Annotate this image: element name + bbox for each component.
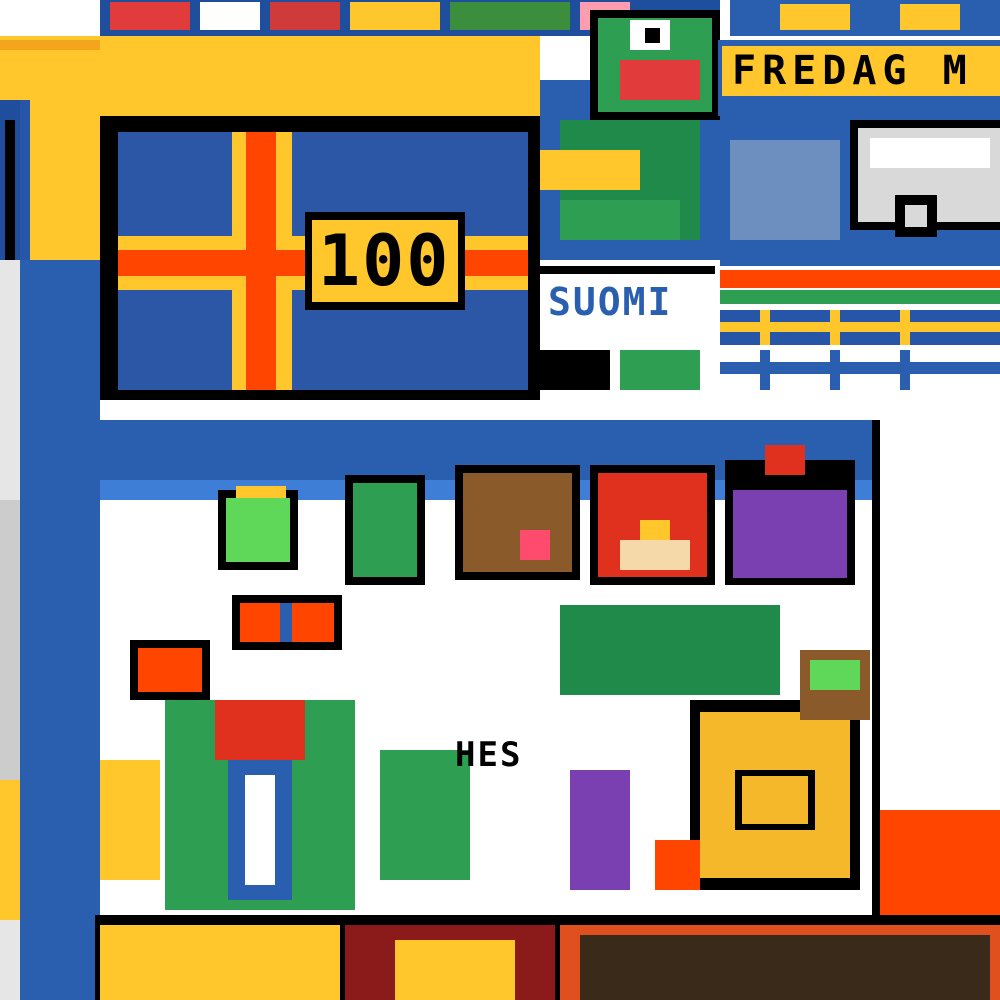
right-white-area <box>872 400 1000 920</box>
star-badge-icon <box>690 700 860 890</box>
purple-bird-icon <box>725 445 855 585</box>
van-icon <box>850 120 1000 237</box>
suomi-label: SUOMI <box>548 280 673 324</box>
aland-flag-icon <box>100 116 540 401</box>
bottom-strip <box>95 915 1000 1000</box>
frog-icon <box>590 10 720 240</box>
tower-icon <box>215 700 305 900</box>
fredag-banner-text: FREDAG M <box>732 48 973 94</box>
hes-label: HES <box>455 735 523 775</box>
red-bird-icon <box>590 465 715 585</box>
trash-can-icon <box>345 475 425 585</box>
heart-icon <box>130 640 210 700</box>
potato-face-icon <box>455 465 580 580</box>
pig-icon <box>218 486 298 570</box>
mini-flags <box>715 266 1000 400</box>
top-art-strip <box>100 0 1000 36</box>
